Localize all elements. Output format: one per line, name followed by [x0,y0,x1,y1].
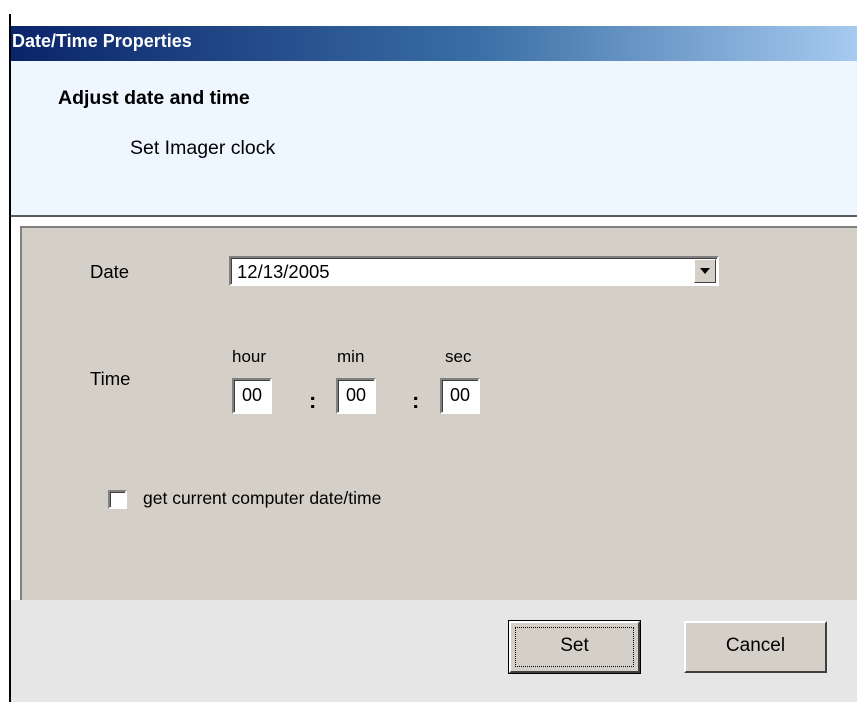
min-sec-separator: : [412,388,420,413]
button-bar: Set Cancel [11,600,857,702]
minute-input[interactable]: 00 [336,378,376,414]
chevron-down-icon [700,268,710,274]
min-label: min [337,347,365,366]
hour-label: hour [232,347,267,366]
date-value[interactable]: 12/13/2005 [237,261,330,283]
get-current-time-label[interactable]: get current computer date/time [143,488,381,509]
header-subtitle: Set Imager clock [130,137,276,159]
header-title: Adjust date and time [58,87,250,109]
sec-label: sec [445,347,472,366]
hour-min-separator: : [309,388,317,413]
header-panel: Adjust date and time Set Imager clock [11,61,857,217]
hour-input[interactable]: 00 [232,378,272,414]
cancel-button-label: Cancel [725,635,786,656]
get-current-time-checkbox[interactable] [108,490,127,509]
date-time-dialog: Date/Time Properties Adjust date and tim… [0,0,857,702]
cancel-button[interactable]: Cancel [684,621,827,673]
date-dropdown-button[interactable] [694,259,716,283]
title-bar[interactable]: Date/Time Properties [11,26,857,61]
date-combobox[interactable]: 12/13/2005 [229,256,719,286]
window-title: Date/Time Properties [12,31,192,51]
second-input[interactable]: 00 [440,378,480,414]
settings-panel: Date 12/13/2005 Time hour min sec 00 : 0… [20,226,857,600]
date-label: Date [90,261,130,282]
time-label: Time [90,368,131,389]
set-button[interactable]: Set [508,620,641,674]
set-button-label: Set [560,635,589,656]
